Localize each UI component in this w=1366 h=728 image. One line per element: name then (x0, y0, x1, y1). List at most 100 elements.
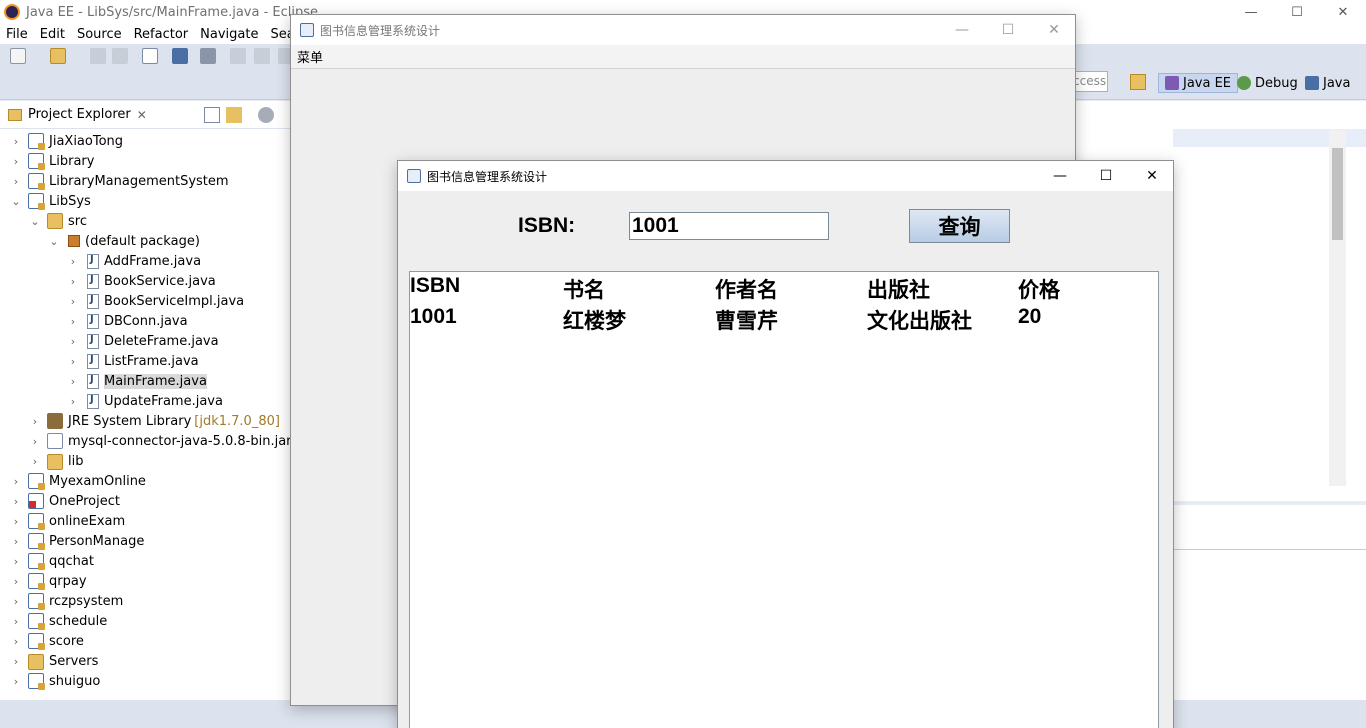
resume-icon[interactable] (230, 48, 246, 64)
binary-icon[interactable] (142, 48, 158, 64)
tree-item[interactable]: › onlineExam (10, 511, 125, 531)
tree-item[interactable]: › lib (29, 451, 83, 471)
tree-item[interactable]: ⌄ src (29, 211, 87, 231)
open-perspective-icon[interactable] (1130, 74, 1146, 90)
tree-item[interactable]: › rczpsystem (10, 591, 123, 611)
tree-item[interactable]: › BookService.java (67, 271, 216, 291)
query-frame-maximize-button[interactable]: ☐ (1083, 161, 1129, 191)
save-all-icon[interactable] (112, 48, 128, 64)
chevron-right-icon[interactable]: › (29, 415, 41, 428)
tree-item[interactable]: › OneProject (10, 491, 120, 511)
menu-navigate[interactable]: Navigate (194, 27, 264, 42)
main-frame-minimize-button[interactable]: — (939, 15, 985, 45)
eclipse-restore-button[interactable]: ☐ (1274, 0, 1320, 24)
link-with-editor-icon[interactable] (226, 107, 242, 123)
scrollbar-thumb[interactable] (1332, 148, 1343, 240)
chevron-right-icon[interactable]: › (67, 335, 79, 348)
tree-item[interactable]: › JiaXiaoTong (10, 131, 123, 151)
chevron-right-icon[interactable]: › (10, 155, 22, 168)
menu-source[interactable]: Source (71, 27, 128, 42)
chevron-right-icon[interactable]: › (10, 595, 22, 608)
main-frame-close-button[interactable]: ✕ (1031, 15, 1077, 45)
tree-item[interactable]: ⌄ LibSys (10, 191, 91, 211)
tree-item[interactable]: › Library (10, 151, 94, 171)
chevron-right-icon[interactable]: › (67, 295, 79, 308)
query-frame-window: 图书信息管理系统设计 — ☐ ✕ ISBN: 1001 查询 ISBN 书名 作… (397, 160, 1174, 728)
tree-item[interactable]: › PersonManage (10, 531, 144, 551)
isbn-input[interactable]: 1001 (629, 212, 829, 240)
perspective-java-ee[interactable]: Java EE (1158, 73, 1239, 93)
chevron-right-icon[interactable]: › (67, 375, 79, 388)
skip-breakpoints-icon[interactable] (200, 48, 216, 64)
chevron-down-icon[interactable]: ⌄ (48, 235, 60, 248)
result-text-area[interactable]: ISBN 书名 作者名 出版社 价格 1001 红楼梦 曹雪芹 文化出版社 20 (409, 271, 1159, 728)
menu-file[interactable]: File (0, 27, 34, 42)
tree-item[interactable]: › MyexamOnline (10, 471, 146, 491)
chevron-right-icon[interactable]: › (10, 475, 22, 488)
chevron-right-icon[interactable]: › (67, 275, 79, 288)
chevron-down-icon[interactable]: ⌄ (10, 195, 22, 208)
chevron-right-icon[interactable]: › (67, 395, 79, 408)
chevron-right-icon[interactable]: › (10, 495, 22, 508)
tree-item[interactable]: › BookServiceImpl.java (67, 291, 244, 311)
eclipse-close-button[interactable]: ✕ (1320, 0, 1366, 24)
chevron-right-icon[interactable]: › (29, 435, 41, 448)
chevron-down-icon[interactable]: ⌄ (29, 215, 41, 228)
tree-item[interactable]: › ListFrame.java (67, 351, 199, 371)
query-button[interactable]: 查询 (909, 209, 1010, 243)
chevron-right-icon[interactable]: › (10, 575, 22, 588)
chevron-right-icon[interactable]: › (67, 255, 79, 268)
main-frame-menu-bar: 菜单 (291, 45, 1075, 69)
tree-item[interactable]: › schedule (10, 611, 107, 631)
eclipse-minimize-button[interactable]: — (1228, 0, 1274, 24)
perspective-java[interactable]: Java (1305, 73, 1350, 93)
tree-item[interactable]: › AddFrame.java (67, 251, 201, 271)
tree-item-label: DBConn.java (104, 313, 188, 329)
project-explorer-tab[interactable]: Project Explorer ✕ (0, 101, 290, 129)
tree-item[interactable]: › UpdateFrame.java (67, 391, 223, 411)
chevron-right-icon[interactable]: › (10, 535, 22, 548)
chevron-right-icon[interactable]: › (10, 175, 22, 188)
tree-item[interactable]: › mysql-connector-java-5.0.8-bin.jar (29, 431, 292, 451)
new-project-icon[interactable] (50, 48, 66, 64)
tree-item[interactable]: › qrpay (10, 571, 87, 591)
view-menu-icon[interactable] (258, 107, 274, 123)
tree-item[interactable]: › qqchat (10, 551, 94, 571)
main-frame-title-bar[interactable]: 图书信息管理系统设计 — ☐ ✕ (291, 15, 1075, 45)
tree-item[interactable]: › shuiguo (10, 671, 100, 691)
suspend-icon[interactable] (254, 48, 270, 64)
chevron-right-icon[interactable]: › (10, 615, 22, 628)
main-frame-maximize-button[interactable]: ☐ (985, 15, 1031, 45)
chevron-right-icon[interactable]: › (10, 555, 22, 568)
chevron-right-icon[interactable]: › (10, 135, 22, 148)
new-icon[interactable] (10, 48, 26, 64)
tree-item[interactable]: › MainFrame.java (67, 371, 207, 391)
chevron-right-icon[interactable]: › (10, 675, 22, 688)
tree-item[interactable]: › score (10, 631, 84, 651)
tree-item[interactable]: › Servers (10, 651, 98, 671)
query-frame-title-bar[interactable]: 图书信息管理系统设计 — ☐ ✕ (398, 161, 1173, 191)
tree-item[interactable]: › DeleteFrame.java (67, 331, 219, 351)
query-frame-minimize-button[interactable]: — (1037, 161, 1083, 191)
chevron-right-icon[interactable]: › (10, 515, 22, 528)
perspective-debug[interactable]: Debug (1237, 73, 1298, 93)
tree-item[interactable]: › JRE System Library [jdk1.7.0_80] (29, 411, 280, 431)
console-icon[interactable] (172, 48, 188, 64)
chevron-right-icon[interactable]: › (67, 315, 79, 328)
chevron-right-icon[interactable]: › (10, 655, 22, 668)
tree-item[interactable]: ⌄ (default package) (48, 231, 200, 251)
chevron-right-icon[interactable]: › (29, 455, 41, 468)
menu-caidan[interactable]: 菜单 (297, 47, 323, 66)
tree-item[interactable]: › DBConn.java (67, 311, 188, 331)
menu-edit[interactable]: Edit (34, 27, 71, 42)
result-header-row: ISBN 书名 作者名 出版社 价格 (410, 274, 1158, 304)
chevron-right-icon[interactable]: › (67, 355, 79, 368)
chevron-right-icon[interactable]: › (10, 635, 22, 648)
menu-refactor[interactable]: Refactor (128, 27, 195, 42)
project-explorer-close-icon[interactable]: ✕ (137, 108, 147, 122)
tree-item[interactable]: › LibraryManagementSystem (10, 171, 229, 191)
collapse-all-icon[interactable] (204, 107, 220, 123)
query-frame-close-button[interactable]: ✕ (1129, 161, 1175, 191)
vertical-scrollbar[interactable] (1329, 130, 1346, 486)
save-icon[interactable] (90, 48, 106, 64)
